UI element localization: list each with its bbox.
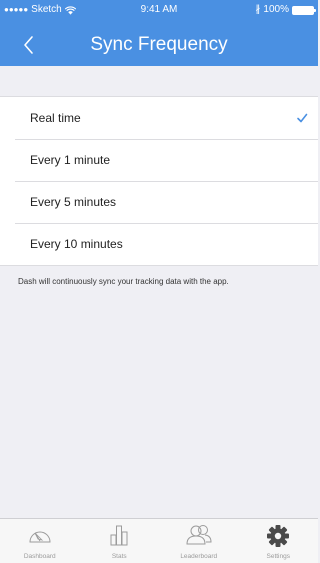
battery-icon xyxy=(292,5,316,15)
tab-dashboard[interactable]: Dashboard xyxy=(0,519,80,563)
bluetooth-icon: ∦ xyxy=(255,4,261,15)
option-label: Every 10 minutes xyxy=(30,237,123,251)
option-every-5-minutes[interactable]: Every 5 minutes xyxy=(0,181,318,223)
option-label: Real time xyxy=(30,111,81,125)
option-every-10-minutes[interactable]: Every 10 minutes xyxy=(0,223,318,265)
tab-bar: Dashboard Stats Leaderboard Settings xyxy=(0,518,318,563)
tab-leaderboard[interactable]: Leaderboard xyxy=(159,519,239,563)
speedometer-icon xyxy=(29,531,51,543)
checkmark-icon xyxy=(297,113,308,123)
tab-settings[interactable]: Settings xyxy=(239,519,319,563)
people-icon xyxy=(186,525,212,545)
tab-label: Stats xyxy=(111,553,127,560)
tab-label: Settings xyxy=(266,553,291,560)
sync-options-list: Real time Every 1 minute Every 5 minutes… xyxy=(0,96,318,266)
option-real-time[interactable]: Real time xyxy=(0,97,318,139)
nav-bar: Sync Frequency xyxy=(0,24,318,66)
tab-label: Dashboard xyxy=(23,553,56,560)
battery-label: 100% xyxy=(263,4,289,15)
header: ●●●●● Sketch 9:41 AM ∦ 100% Sync Frequen… xyxy=(0,0,318,66)
status-right: ∦ 100% xyxy=(255,0,316,20)
bar-chart-icon xyxy=(110,525,128,546)
tab-stats[interactable]: Stats xyxy=(80,519,160,563)
tab-label: Leaderboard xyxy=(180,553,218,560)
page-title: Sync Frequency xyxy=(90,34,228,55)
sync-footnote: Dash will continuously sync your trackin… xyxy=(18,277,229,286)
status-bar: ●●●●● Sketch 9:41 AM ∦ 100% xyxy=(0,0,318,20)
option-label: Every 1 minute xyxy=(30,153,111,167)
option-label: Every 5 minutes xyxy=(30,195,117,209)
option-every-1-minute[interactable]: Every 1 minute xyxy=(0,139,318,181)
gear-icon xyxy=(267,525,290,547)
